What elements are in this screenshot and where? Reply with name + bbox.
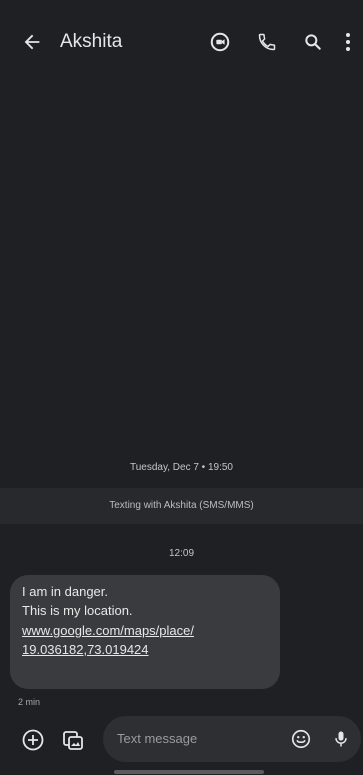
contact-name: Akshita <box>60 31 123 52</box>
message-input-placeholder[interactable]: Text message <box>117 731 197 746</box>
more-vert-icon[interactable] <box>339 30 357 54</box>
date-stamp: Tuesday, Dec 7 • 19:50 <box>129 462 233 473</box>
message-time-stamp: 12:09 <box>168 548 195 559</box>
add-icon[interactable] <box>20 727 46 753</box>
phone-icon[interactable] <box>255 30 279 54</box>
message-input[interactable]: Text message <box>103 716 361 762</box>
mic-icon[interactable] <box>329 727 353 751</box>
gallery-icon[interactable] <box>60 727 86 753</box>
video-call-icon[interactable] <box>208 30 232 54</box>
message-age: 2 min <box>18 697 41 707</box>
message-line: I am in danger. <box>22 584 108 599</box>
gesture-nav-bar <box>114 770 264 774</box>
back-arrow-icon[interactable] <box>20 30 44 54</box>
location-link[interactable]: 19.036182,73.019424 <box>22 642 149 657</box>
top-app-bar: Akshita <box>0 0 363 82</box>
search-icon[interactable] <box>301 30 325 54</box>
message-line: This is my location. <box>22 603 133 618</box>
emoji-icon[interactable] <box>289 727 313 751</box>
incoming-message-bubble[interactable]: I am in danger. This is my location. www… <box>10 575 280 689</box>
location-link[interactable]: www.google.com/maps/place/ <box>22 623 194 638</box>
sms-banner-text: Texting with Akshita (SMS/MMS) <box>109 500 254 511</box>
